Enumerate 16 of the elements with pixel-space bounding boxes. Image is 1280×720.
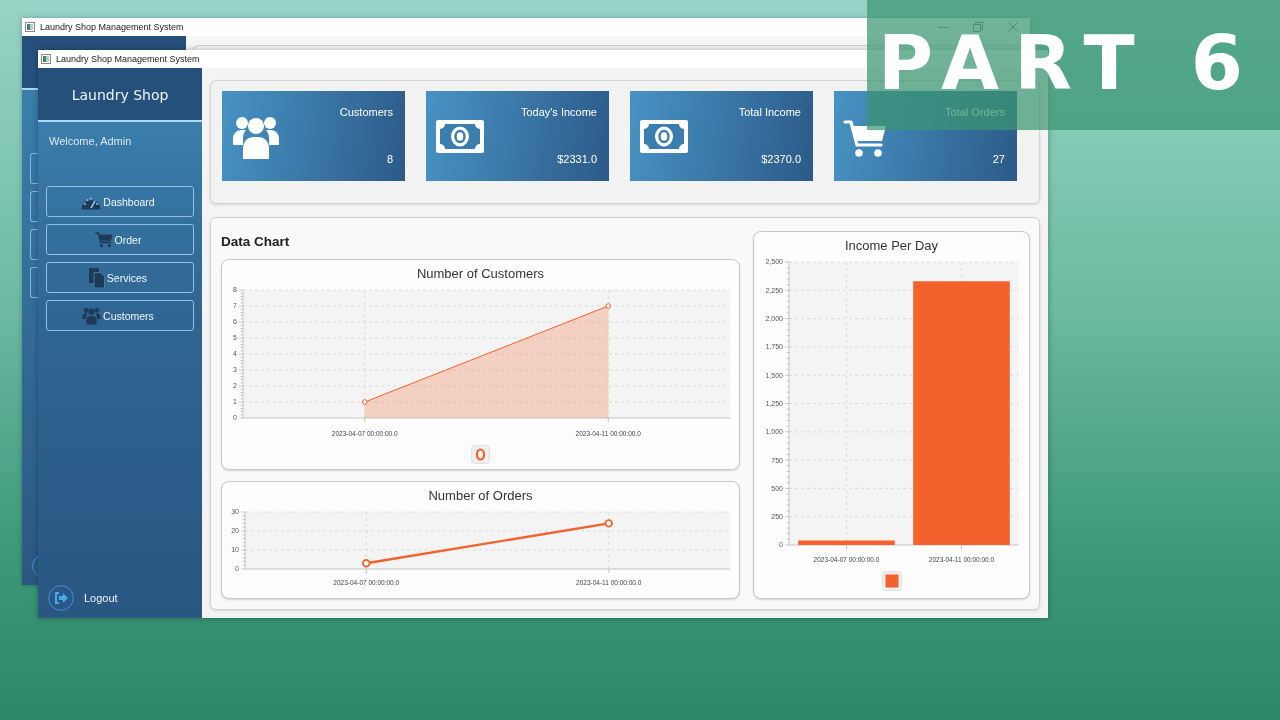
stat-label: Customers bbox=[339, 105, 393, 119]
welcome-text: Welcome, Admin bbox=[49, 134, 132, 148]
chart-title: Income Per Day bbox=[844, 238, 939, 254]
stat-value: 27 bbox=[992, 152, 1005, 166]
window-title: Laundry Shop Management System bbox=[56, 53, 200, 65]
stat-value: $2331.0 bbox=[557, 152, 597, 166]
chart-title: Number of Orders bbox=[428, 488, 533, 504]
section-title: Data Chart bbox=[221, 233, 290, 251]
window-title: Laundry Shop Management System bbox=[40, 21, 184, 33]
brand-title: Laundry Shop bbox=[71, 86, 169, 104]
banner-text: PART 6 bbox=[878, 35, 1258, 91]
chart-title: Number of Customers bbox=[416, 266, 545, 282]
stat-label: Total Income bbox=[738, 105, 801, 119]
stat-value: $2370.0 bbox=[761, 152, 801, 166]
stat-value: 8 bbox=[386, 152, 393, 166]
stat-label: Today's Income bbox=[520, 105, 597, 119]
